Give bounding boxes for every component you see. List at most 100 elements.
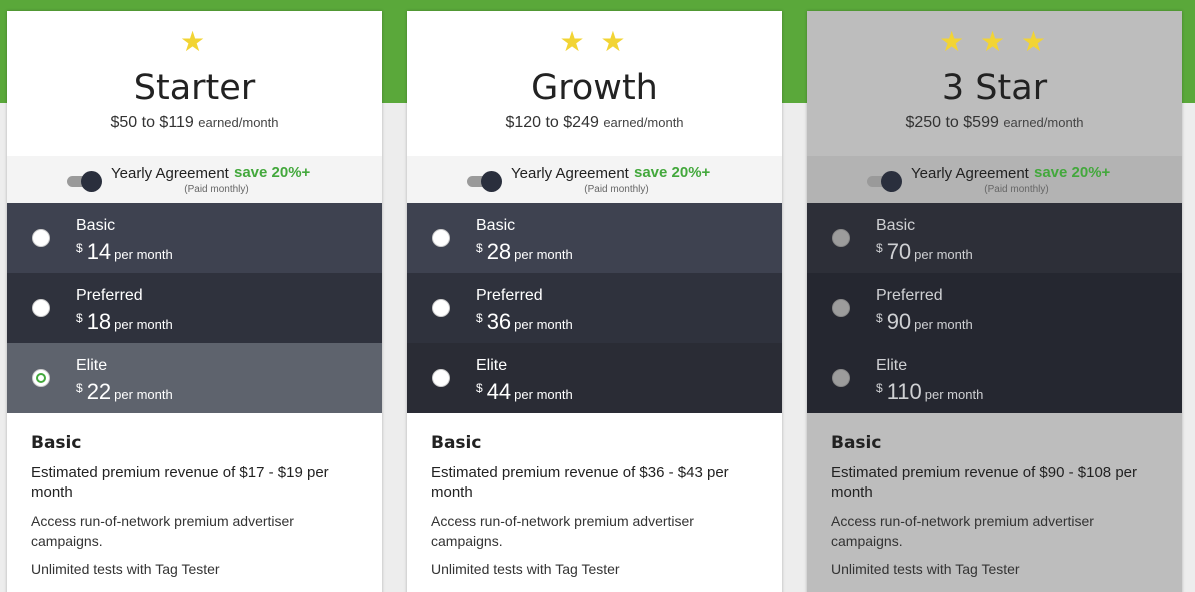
tier-price: $44 per month: [476, 379, 573, 405]
plan-details: Basic Estimated premium revenue of $90 -…: [807, 413, 1182, 579]
price-period: per month: [924, 387, 984, 402]
feature-item: Access run-of-network premium advertiser…: [31, 513, 294, 549]
price-period: per month: [114, 387, 173, 402]
price-period: per month: [514, 317, 573, 332]
price-amount: 22: [86, 379, 112, 404]
plan-card-starter: ★ Starter $50 to $119 earned/month Yearl…: [7, 11, 382, 592]
save-badge: save 20%+: [634, 164, 711, 181]
feature-item: Access run-of-network premium advertiser…: [831, 513, 1094, 549]
tier-radio[interactable]: [432, 369, 450, 387]
tier-name: Basic: [76, 217, 116, 234]
price-amount: 44: [486, 379, 512, 404]
details-heading: Basic: [31, 433, 82, 453]
feature-item: Unlimited tests with Tag Tester: [31, 561, 220, 577]
currency-symbol: $: [476, 241, 483, 255]
revenue-estimate: Estimated premium revenue of $36 - $43 p…: [431, 464, 729, 501]
price-amount: 36: [486, 309, 512, 334]
currency-symbol: $: [76, 311, 83, 325]
tier-price: $18 per month: [76, 309, 173, 335]
currency-symbol: $: [76, 381, 83, 395]
tier-radio[interactable]: [832, 229, 850, 247]
tier-option-basic[interactable]: Basic $28 per month: [407, 203, 782, 273]
tier-radio[interactable]: [832, 369, 850, 387]
plan-title: Starter: [133, 68, 256, 108]
paid-monthly-note: (Paid monthly): [984, 184, 1049, 195]
range-value: $250 to $599: [905, 114, 999, 131]
tier-price: $110 per month: [876, 379, 983, 405]
price-period: per month: [514, 387, 573, 402]
yearly-agreement-row: Yearly Agreement save 20%+ (Paid monthly…: [7, 156, 382, 203]
star-rating-icon: ★: [179, 26, 210, 57]
details-heading: Basic: [831, 433, 882, 453]
tier-option-elite[interactable]: Elite $22 per month: [7, 343, 382, 413]
plan-header: ★ ★ Growth $120 to $249 earned/month: [407, 11, 782, 156]
feature-item: Unlimited tests with Tag Tester: [431, 561, 620, 577]
tier-option-elite[interactable]: Elite $110 per month: [807, 343, 1182, 413]
price-period: per month: [514, 247, 573, 262]
currency-symbol: $: [76, 241, 83, 255]
yearly-agreement-label: Yearly Agreement: [511, 165, 629, 182]
plan-earnings-range: $50 to $119 earned/month: [7, 114, 382, 132]
feature-item: Unlimited tests with Tag Tester: [831, 561, 1020, 577]
tier-option-preferred[interactable]: Preferred $36 per month: [407, 273, 782, 343]
plan-earnings-range: $250 to $599 earned/month: [807, 114, 1182, 132]
tier-price: $22 per month: [76, 379, 173, 405]
tier-price: $28 per month: [476, 239, 573, 265]
tier-radio[interactable]: [832, 299, 850, 317]
range-unit: earned/month: [603, 115, 684, 130]
price-period: per month: [914, 317, 973, 332]
save-badge: save 20%+: [234, 164, 311, 181]
tier-name: Basic: [876, 217, 916, 234]
plan-earnings-range: $120 to $249 earned/month: [407, 114, 782, 132]
range-value: $50 to $119: [110, 114, 194, 131]
plan-header: ★ ★ ★ 3 Star $250 to $599 earned/month: [807, 11, 1182, 156]
yearly-agreement-row: Yearly Agreement save 20%+ (Paid monthly…: [807, 156, 1182, 203]
tier-name: Preferred: [76, 287, 143, 304]
tier-name: Basic: [476, 217, 516, 234]
range-value: $120 to $249: [505, 114, 599, 131]
range-unit: earned/month: [198, 115, 279, 130]
details-heading: Basic: [431, 433, 482, 453]
price-amount: 90: [886, 309, 912, 334]
tier-option-elite[interactable]: Elite $44 per month: [407, 343, 782, 413]
tier-radio[interactable]: [432, 299, 450, 317]
tier-radio[interactable]: [32, 299, 50, 317]
tier-radio[interactable]: [32, 229, 50, 247]
tier-name: Preferred: [876, 287, 943, 304]
plan-details: Basic Estimated premium revenue of $36 -…: [407, 413, 782, 579]
tier-name: Elite: [76, 357, 108, 374]
tier-name: Preferred: [476, 287, 543, 304]
tier-option-preferred[interactable]: Preferred $90 per month: [807, 273, 1182, 343]
plan-title: 3 Star: [941, 68, 1048, 108]
price-amount: 18: [86, 309, 112, 334]
revenue-estimate: Estimated premium revenue of $17 - $19 p…: [31, 464, 329, 501]
currency-symbol: $: [876, 311, 883, 325]
plan-card-growth: ★ ★ Growth $120 to $249 earned/month Yea…: [407, 11, 782, 592]
yearly-agreement-label: Yearly Agreement: [911, 165, 1029, 182]
price-amount: 28: [486, 239, 512, 264]
tier-name: Elite: [876, 357, 908, 374]
feature-item: Access run-of-network premium advertiser…: [431, 513, 694, 549]
paid-monthly-note: (Paid monthly): [184, 184, 249, 195]
currency-symbol: $: [876, 241, 883, 255]
plan-details: Basic Estimated premium revenue of $17 -…: [7, 413, 382, 579]
star-rating-icon: ★ ★: [559, 26, 630, 57]
tier-option-preferred[interactable]: Preferred $18 per month: [7, 273, 382, 343]
plan-card-3-star: ★ ★ ★ 3 Star $250 to $599 earned/month Y…: [807, 11, 1182, 592]
yearly-agreement-label: Yearly Agreement: [111, 165, 229, 182]
tier-radio-selected[interactable]: [32, 369, 50, 387]
paid-monthly-note: (Paid monthly): [584, 184, 649, 195]
currency-symbol: $: [476, 311, 483, 325]
tier-radio[interactable]: [432, 229, 450, 247]
star-rating-icon: ★ ★ ★: [939, 26, 1050, 57]
plan-header: ★ Starter $50 to $119 earned/month: [7, 11, 382, 156]
price-period: per month: [914, 247, 973, 262]
tier-option-basic[interactable]: Basic $70 per month: [807, 203, 1182, 273]
tier-price: $90 per month: [876, 309, 973, 335]
range-unit: earned/month: [1003, 115, 1084, 130]
save-badge: save 20%+: [1034, 164, 1111, 181]
plan-cards: ★ Starter $50 to $119 earned/month Yearl…: [0, 0, 1195, 592]
currency-symbol: $: [876, 381, 883, 395]
yearly-agreement-row: Yearly Agreement save 20%+ (Paid monthly…: [407, 156, 782, 203]
tier-option-basic[interactable]: Basic $14 per month: [7, 203, 382, 273]
